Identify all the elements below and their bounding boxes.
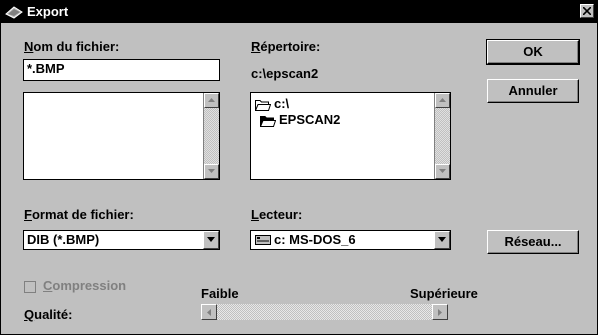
scroll-up-button[interactable] — [204, 93, 219, 108]
drive-icon — [255, 235, 271, 245]
file-list[interactable] — [23, 92, 220, 180]
title-bar: Export — [1, 1, 597, 23]
quality-high-label: Supérieure — [410, 286, 478, 301]
network-button[interactable]: Réseau... — [487, 230, 579, 254]
file-list-scrollbar[interactable] — [203, 93, 219, 179]
compression-checkbox[interactable] — [24, 281, 36, 293]
right-arrow-icon — [438, 309, 442, 316]
drive-dropdown-button[interactable] — [434, 231, 450, 249]
directory-tree-scrollbar[interactable] — [434, 93, 450, 179]
left-arrow-icon — [207, 309, 211, 316]
chevron-down-icon — [207, 237, 215, 242]
format-dropdown-button[interactable] — [203, 231, 219, 249]
compression-label: Compression — [43, 278, 127, 293]
tree-item-root[interactable]: c:\ — [255, 96, 289, 112]
directory-tree[interactable]: c:\ EPSCAN2 — [250, 92, 451, 180]
format-label: Format de fichier: — [24, 207, 134, 222]
close-icon — [583, 7, 591, 15]
tree-item-epscan2[interactable]: EPSCAN2 — [260, 112, 340, 128]
quality-label: Qualité: — [24, 307, 73, 322]
format-select[interactable]: DIB (*.BMP) — [23, 230, 220, 250]
directory-label: Répertoire: — [251, 39, 321, 54]
app-icon — [5, 6, 23, 19]
quality-slider[interactable] — [201, 304, 448, 320]
cancel-button[interactable]: Annuler — [487, 79, 579, 103]
down-arrow-icon — [208, 169, 215, 173]
export-dialog: Export Nom du fichier: *.BMP Répertoire:… — [0, 0, 598, 335]
scroll-up-button[interactable] — [435, 93, 450, 108]
directory-path: c:\epscan2 — [251, 66, 319, 81]
up-arrow-icon — [439, 98, 446, 102]
scroll-down-button[interactable] — [435, 164, 450, 179]
drive-select[interactable]: c: MS-DOS_6 — [250, 230, 451, 250]
ok-button[interactable]: OK — [486, 39, 580, 65]
window-title: Export — [27, 4, 69, 19]
drive-label: Lecteur: — [251, 207, 303, 222]
folder-open-icon — [260, 115, 276, 127]
scroll-down-button[interactable] — [204, 164, 219, 179]
up-arrow-icon — [208, 98, 215, 102]
slider-left-button[interactable] — [201, 304, 217, 320]
chevron-down-icon — [438, 237, 446, 242]
format-selected: DIB (*.BMP) — [27, 232, 100, 247]
slider-right-button[interactable] — [432, 304, 448, 320]
close-button[interactable] — [580, 4, 594, 18]
filename-input[interactable]: *.BMP — [23, 59, 220, 81]
drive-selected: c: MS-DOS_6 — [274, 232, 356, 247]
folder-open-icon — [255, 99, 271, 111]
down-arrow-icon — [439, 169, 446, 173]
filename-label: Nom du fichier: — [24, 39, 120, 54]
quality-low-label: Faible — [201, 286, 239, 301]
